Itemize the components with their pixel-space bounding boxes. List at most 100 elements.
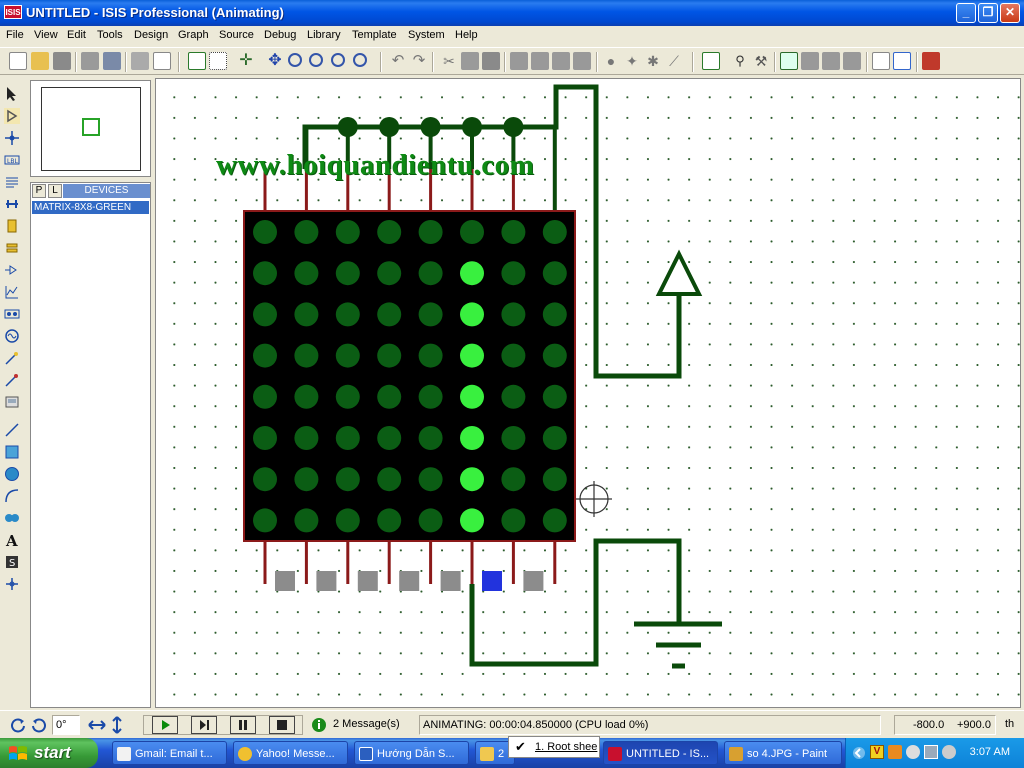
menu-debug[interactable]: Debug — [264, 29, 296, 41]
junction-dot-icon[interactable] — [4, 130, 20, 146]
line-2d-icon[interactable] — [4, 422, 20, 438]
pick-device-icon[interactable]: ● — [602, 52, 620, 70]
menu-edit[interactable]: Edit — [67, 29, 86, 41]
bill-of-materials-icon[interactable] — [872, 52, 890, 70]
tape-recorder-icon[interactable] — [4, 306, 20, 322]
tray-expand-icon[interactable] — [852, 746, 866, 760]
units-label[interactable]: th — [1002, 715, 1024, 735]
close-button[interactable]: ✕ — [1000, 3, 1020, 23]
messenger-tray-icon[interactable] — [906, 745, 920, 759]
save-icon[interactable] — [53, 52, 71, 70]
task-gmail[interactable]: Gmail: Email t... — [112, 741, 227, 765]
cut-icon[interactable]: ✂ — [440, 52, 458, 70]
rotation-input[interactable]: 0° — [52, 715, 80, 735]
network-icon[interactable] — [924, 745, 938, 759]
redo-icon[interactable]: ↷ — [410, 52, 428, 70]
zoom-all-icon[interactable] — [331, 53, 345, 67]
unikey-icon[interactable]: V — [870, 745, 884, 759]
device-pins-icon[interactable] — [4, 262, 20, 278]
zoom-child-icon[interactable] — [843, 52, 861, 70]
wire-autorouter-icon[interactable] — [702, 52, 720, 70]
task-paint[interactable]: so 4.JPG - Paint — [724, 741, 842, 765]
schematic-canvas[interactable]: www.hoiquandientu.com — [155, 78, 1021, 708]
root-sheet-popup[interactable]: ✔ 1. Root shee — [508, 736, 600, 758]
make-device-icon[interactable]: ✦ — [623, 52, 641, 70]
volume-icon[interactable] — [942, 745, 956, 759]
menu-source[interactable]: Source — [219, 29, 254, 41]
electrical-rule-check-icon[interactable] — [893, 52, 911, 70]
isis-app-icon[interactable]: ISIS — [4, 5, 22, 19]
task-isis-untitled[interactable]: UNTITLED - IS... — [603, 741, 718, 765]
step-button[interactable] — [191, 716, 217, 734]
import-icon[interactable] — [81, 52, 99, 70]
task-yahoo-messenger[interactable]: Yahoo! Messe... — [233, 741, 348, 765]
menu-system[interactable]: System — [408, 29, 445, 41]
play-button[interactable] — [152, 716, 178, 734]
new-file-icon[interactable] — [9, 52, 27, 70]
generator-icon[interactable] — [4, 328, 20, 344]
device-item-matrix-8x8-green[interactable]: MATRIX-8X8-GREEN — [32, 201, 149, 214]
rotate-clockwise-icon[interactable] — [10, 717, 26, 733]
mirror-horizontal-icon[interactable] — [88, 717, 106, 733]
overview-window[interactable] — [30, 80, 151, 177]
menu-help[interactable]: Help — [455, 29, 478, 41]
block-delete-icon[interactable] — [573, 52, 591, 70]
block-copy-icon[interactable] — [510, 52, 528, 70]
circle-2d-icon[interactable] — [4, 466, 20, 482]
text-2d-icon[interactable]: A — [4, 532, 20, 548]
start-button[interactable]: start — [0, 738, 98, 768]
zoom-in-icon[interactable] — [288, 53, 302, 67]
minimize-button[interactable]: _ — [956, 3, 976, 23]
grid-icon[interactable] — [209, 52, 227, 70]
library-manager-button[interactable]: L — [48, 184, 62, 198]
terminals-mode-icon[interactable] — [4, 240, 20, 256]
graph-mode-icon[interactable] — [4, 284, 20, 300]
tray-app-icon[interactable] — [888, 745, 902, 759]
text-script-icon[interactable] — [4, 174, 20, 190]
menu-view[interactable]: View — [34, 29, 58, 41]
export-icon[interactable] — [103, 52, 121, 70]
pause-button[interactable] — [230, 716, 256, 734]
path-2d-icon[interactable] — [4, 510, 20, 526]
exit-parent-icon[interactable] — [822, 52, 840, 70]
origin-icon[interactable]: ✛ — [237, 52, 255, 70]
box-2d-icon[interactable] — [4, 444, 20, 460]
decompose-icon[interactable]: ⟋ — [665, 52, 683, 70]
voltage-probe-icon[interactable] — [4, 350, 20, 366]
print-setup-icon[interactable] — [153, 52, 171, 70]
menu-template[interactable]: Template — [352, 29, 397, 41]
open-folder-icon[interactable] — [31, 52, 49, 70]
restore-button[interactable]: ❐ — [978, 3, 998, 23]
symbol-2d-icon[interactable]: S — [4, 554, 20, 570]
messages-count[interactable]: 2 Message(s) — [330, 715, 410, 735]
clock[interactable]: 3:07 AM — [970, 746, 1010, 758]
paste-icon[interactable] — [482, 52, 500, 70]
arc-2d-icon[interactable] — [4, 488, 20, 504]
copy-icon[interactable] — [461, 52, 479, 70]
menu-design[interactable]: Design — [134, 29, 168, 41]
bus-icon[interactable] — [4, 196, 20, 212]
markers-icon[interactable] — [4, 576, 20, 592]
packaging-icon[interactable]: ✱ — [644, 52, 662, 70]
wire-label-icon[interactable]: LBL — [4, 152, 20, 168]
component-mode-icon[interactable] — [4, 108, 20, 124]
remove-sheet-icon[interactable] — [801, 52, 819, 70]
selection-mode-icon[interactable] — [4, 86, 20, 102]
task-word-document[interactable]: Hướng Dẫn S... — [354, 741, 469, 765]
property-tool-icon[interactable]: ⚒ — [752, 52, 770, 70]
block-rotate-icon[interactable] — [552, 52, 570, 70]
menu-graph[interactable]: Graph — [178, 29, 209, 41]
menu-library[interactable]: Library — [307, 29, 341, 41]
undo-icon[interactable]: ↶ — [389, 52, 407, 70]
pan-icon[interactable]: ✥ — [266, 52, 284, 70]
zoom-area-icon[interactable] — [353, 53, 367, 67]
info-icon[interactable] — [311, 717, 327, 733]
ares-icon[interactable] — [922, 52, 940, 70]
block-move-icon[interactable] — [531, 52, 549, 70]
menu-tools[interactable]: Tools — [97, 29, 123, 41]
pick-devices-button[interactable]: P — [32, 184, 46, 198]
zoom-out-icon[interactable] — [309, 53, 323, 67]
refresh-icon[interactable] — [188, 52, 206, 70]
subcircuit-icon[interactable] — [4, 218, 20, 234]
menu-file[interactable]: File — [6, 29, 24, 41]
